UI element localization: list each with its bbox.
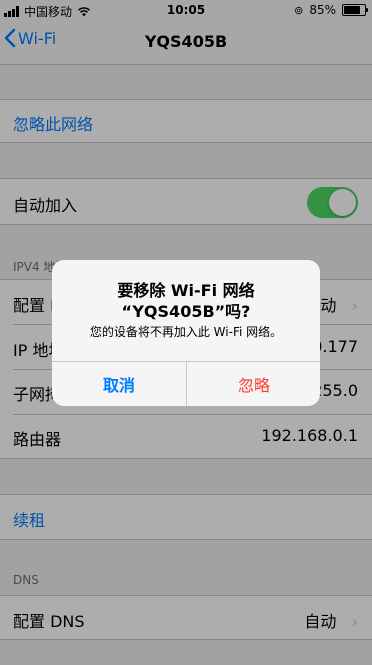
cancel-button[interactable]: 取消 — [52, 362, 186, 406]
alert-title-line1: 要移除 Wi-Fi 网络 — [117, 281, 255, 300]
ignore-button[interactable]: 忽略 — [187, 362, 320, 406]
alert-title-line2: “YQS405B”吗? — [121, 302, 251, 321]
alert-title: 要移除 Wi-Fi 网络 “YQS405B”吗? — [52, 280, 320, 322]
remove-network-alert: 要移除 Wi-Fi 网络 “YQS405B”吗? 您的设备将不再加入此 Wi-F… — [52, 260, 320, 406]
alert-message: 您的设备将不再加入此 Wi-Fi 网络。 — [89, 325, 283, 339]
